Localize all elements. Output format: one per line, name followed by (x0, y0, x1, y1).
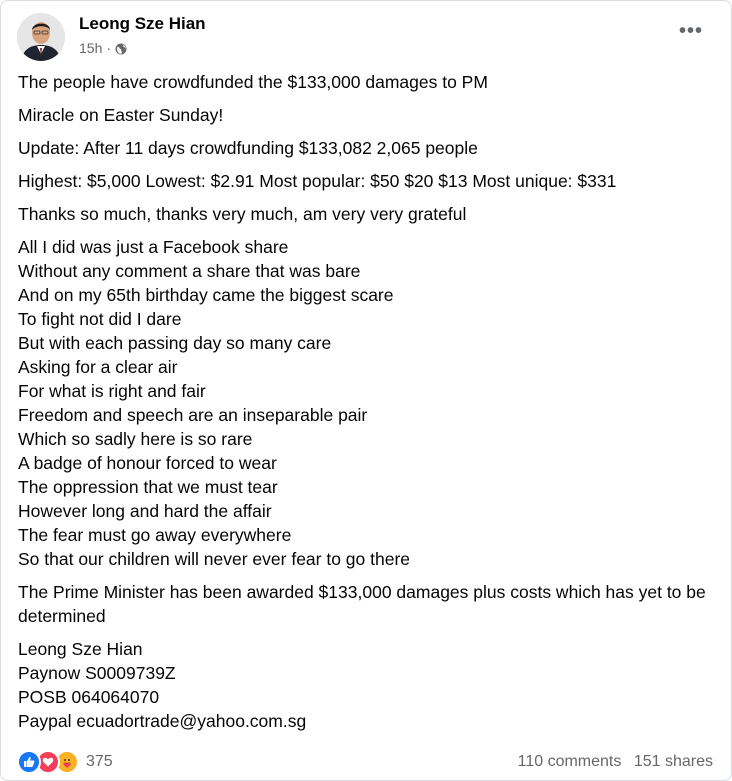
post-paragraph: Thanks so much, thanks very much, am ver… (18, 204, 467, 224)
author-name[interactable]: Leong Sze Hian (79, 14, 206, 34)
poem-line: Without any comment a share that was bar… (18, 261, 361, 281)
engagement-stats: 110 comments 151 shares (510, 753, 713, 771)
globe-icon[interactable] (115, 42, 127, 55)
poem-line: Which so sadly here is so rare (18, 429, 253, 449)
post-body: The people have crowdfunded the $133,000… (18, 70, 718, 742)
poem-line: A badge of honour forced to wear (18, 453, 277, 473)
poem-line: So that our children will never ever fea… (18, 549, 411, 569)
poem-line: The oppression that we must tear (18, 477, 278, 497)
poem-line: Asking for a clear air (18, 357, 178, 377)
signature-line: POSB 064064070 (18, 687, 160, 707)
poem-line: For what is right and fair (18, 381, 206, 401)
post-timestamp[interactable]: 15h (79, 40, 102, 56)
post-paragraph: Update: After 11 days crowdfunding $133,… (18, 138, 478, 158)
post-paragraph: The people have crowdfunded the $133,000… (18, 72, 488, 92)
more-options-icon[interactable]: ••• (679, 21, 703, 41)
poem-line: And on my 65th birthday came the biggest… (18, 285, 394, 305)
poem-line: However long and hard the affair (18, 501, 272, 521)
reactions-summary[interactable]: 375 (17, 750, 113, 774)
separator-dot: · (106, 40, 112, 56)
like-icon[interactable] (17, 750, 41, 774)
signature-line: Leong Sze Hian (18, 639, 143, 659)
signature-line: Paynow S0009739Z (18, 663, 176, 683)
closing-paragraph: The Prime Minister has been awarded $133… (18, 582, 706, 626)
post-paragraph: Miracle on Easter Sunday! (18, 105, 224, 125)
signature-line: Paypal ecuadortrade@yahoo.com.sg (18, 711, 307, 731)
poem-line: All I did was just a Facebook share (18, 237, 289, 257)
comments-count[interactable]: 110 comments (518, 753, 622, 770)
post-footer: 375 110 comments 151 shares (17, 750, 713, 774)
poem-line: Freedom and speech are an inseparable pa… (18, 405, 368, 425)
author-avatar[interactable] (17, 13, 65, 61)
poem-line: But with each passing day so many care (18, 333, 332, 353)
poem-line: The fear must go away everywhere (18, 525, 292, 545)
post-paragraph: Highest: $5,000 Lowest: $2.91 Most popul… (18, 171, 617, 191)
post-header: Leong Sze Hian 15h · (17, 13, 206, 61)
reaction-count[interactable]: 375 (86, 753, 113, 771)
shares-count[interactable]: 151 shares (634, 753, 713, 770)
facebook-post: Leong Sze Hian 15h · ••• The people have… (0, 0, 732, 781)
poem-line: To fight not did I dare (18, 309, 182, 329)
